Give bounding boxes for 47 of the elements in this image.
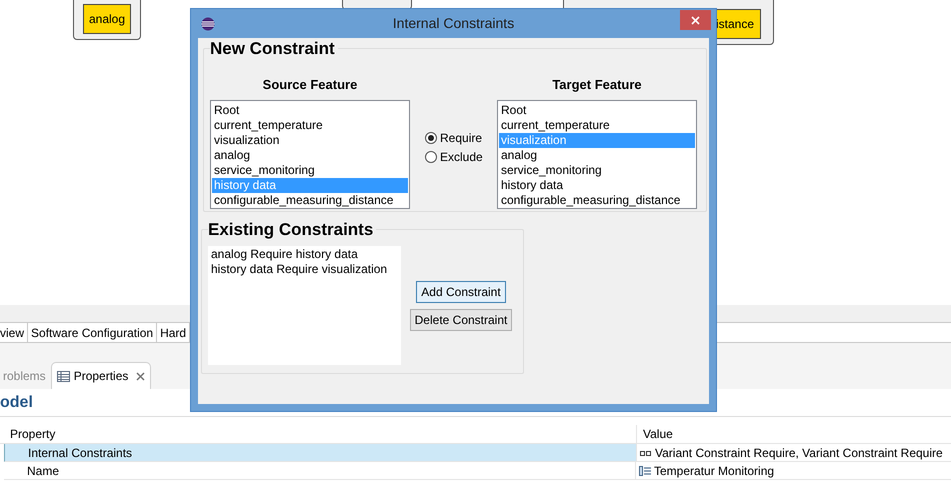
list-item[interactable]: Root xyxy=(499,102,695,118)
list-item[interactable]: visualization xyxy=(212,132,408,148)
group-title: Existing Constraints xyxy=(208,220,376,240)
dialog-button[interactable]: Delete Constraint xyxy=(410,309,512,331)
list-item[interactable]: current_temperature xyxy=(212,118,408,132)
list-item[interactable]: service_monitoring xyxy=(212,162,408,178)
list-item[interactable]: Root xyxy=(212,102,408,118)
table-row[interactable]: Internal Constraints Variant Constraint Require, Variant Constraint Require xyxy=(4,444,951,462)
close-icon xyxy=(691,16,700,24)
list-box[interactable]: analog Require history data history data Require visualization xyxy=(208,246,401,365)
node-label: istance xyxy=(716,9,761,39)
table-cell-text: Variant Constraint Require, Variant Constraint Require xyxy=(655,444,943,462)
section-title: odel xyxy=(0,392,33,412)
table-cell-text: Temperatur Monitoring xyxy=(654,462,774,480)
table-row[interactable]: Name Temperatur Monitoring xyxy=(4,462,951,480)
list-item[interactable]: analog xyxy=(499,148,695,162)
list-item[interactable]: configurable_measuring_distance xyxy=(212,192,408,208)
list-item[interactable]: analog Require history data xyxy=(211,247,398,262)
list-box[interactable]: Root current_temperature visualization analog service_monitoring history data configurable_measuring_distance xyxy=(210,100,410,208)
radio-option[interactable]: Require xyxy=(425,130,497,145)
list-item[interactable]: analog xyxy=(212,148,408,162)
list-item[interactable]: history data Require visualization xyxy=(211,262,398,277)
column-header[interactable]: Value xyxy=(637,425,673,443)
dialog-button[interactable]: Add Constraint xyxy=(416,281,506,303)
list-box[interactable]: Root current_temperature visualization analog service_monitoring history data configurable_measuring_distance xyxy=(497,100,697,208)
app-icon xyxy=(201,17,215,31)
window-title: Internal Constraints xyxy=(392,14,514,33)
column-header[interactable]: Property xyxy=(0,425,637,443)
list-heading: Target Feature xyxy=(552,76,642,94)
list-item[interactable]: service_monitoring xyxy=(499,162,695,178)
radio-button[interactable] xyxy=(425,150,437,162)
list-item[interactable]: current_temperature xyxy=(499,118,695,132)
list-item[interactable]: configurable_measuring_distance xyxy=(499,192,695,208)
editor-tab[interactable]: Software Configuration xyxy=(28,323,158,342)
table-icon xyxy=(56,370,70,382)
close-icon[interactable] xyxy=(136,372,146,380)
close-button[interactable] xyxy=(680,10,711,30)
editor-tab[interactable]: view xyxy=(0,323,28,342)
radio-option[interactable]: Exclude xyxy=(425,149,497,164)
list-icon xyxy=(639,466,651,476)
list-heading: Source Feature xyxy=(262,76,358,94)
node-label: analog xyxy=(82,4,132,34)
diagram-node[interactable]: analog xyxy=(73,0,141,40)
radio-button[interactable] xyxy=(425,132,437,144)
list-item[interactable]: history data xyxy=(499,178,695,192)
panel-tab[interactable]: Properties xyxy=(50,362,152,389)
squares-icon xyxy=(640,448,652,456)
